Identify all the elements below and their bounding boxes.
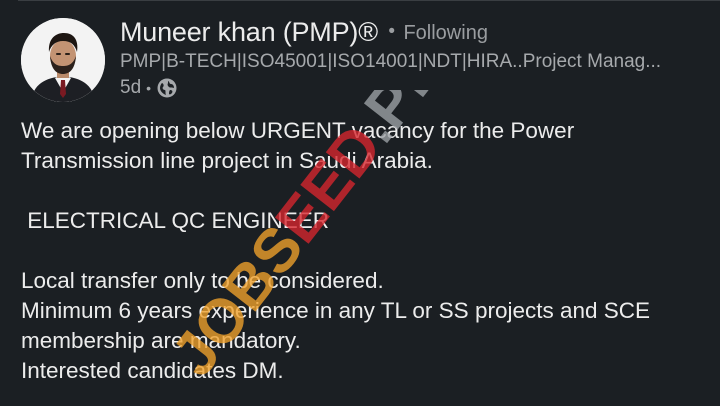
post-line-requirement-1: Local transfer only to be considered. [21,268,384,293]
meta-separator: • [146,80,152,96]
author-name[interactable]: Muneer khan (PMP)® [120,17,378,47]
post-line-requirement-2: Minimum 6 years experience in any TL or … [21,298,651,323]
globe-icon [156,77,178,99]
post-line-intro-2: Transmission line project in Saudi Arabi… [21,148,433,173]
post-line-intro-1: We are opening below URGENT vacancy for … [21,118,575,143]
post-time: 5d [120,77,142,98]
follow-status[interactable]: Following [403,22,487,44]
top-divider [18,0,720,1]
profile-photo [21,18,105,102]
author-header: Muneer khan (PMP)® • Following [120,17,488,48]
post-line-requirement-4: Interested candidates DM. [21,358,284,383]
post-line-position: ELECTRICAL QC ENGINEER [21,208,329,233]
avatar[interactable] [21,18,105,102]
separator-dot: • [388,21,395,42]
author-headline: PMP|B-TECH|ISO45001|ISO14001|NDT|HIRA..P… [120,51,662,72]
post-line-requirement-3: membership are mandatory. [21,328,301,353]
post-body: We are opening below URGENT vacancy for … [21,116,711,386]
post-meta: 5d • [120,77,178,99]
